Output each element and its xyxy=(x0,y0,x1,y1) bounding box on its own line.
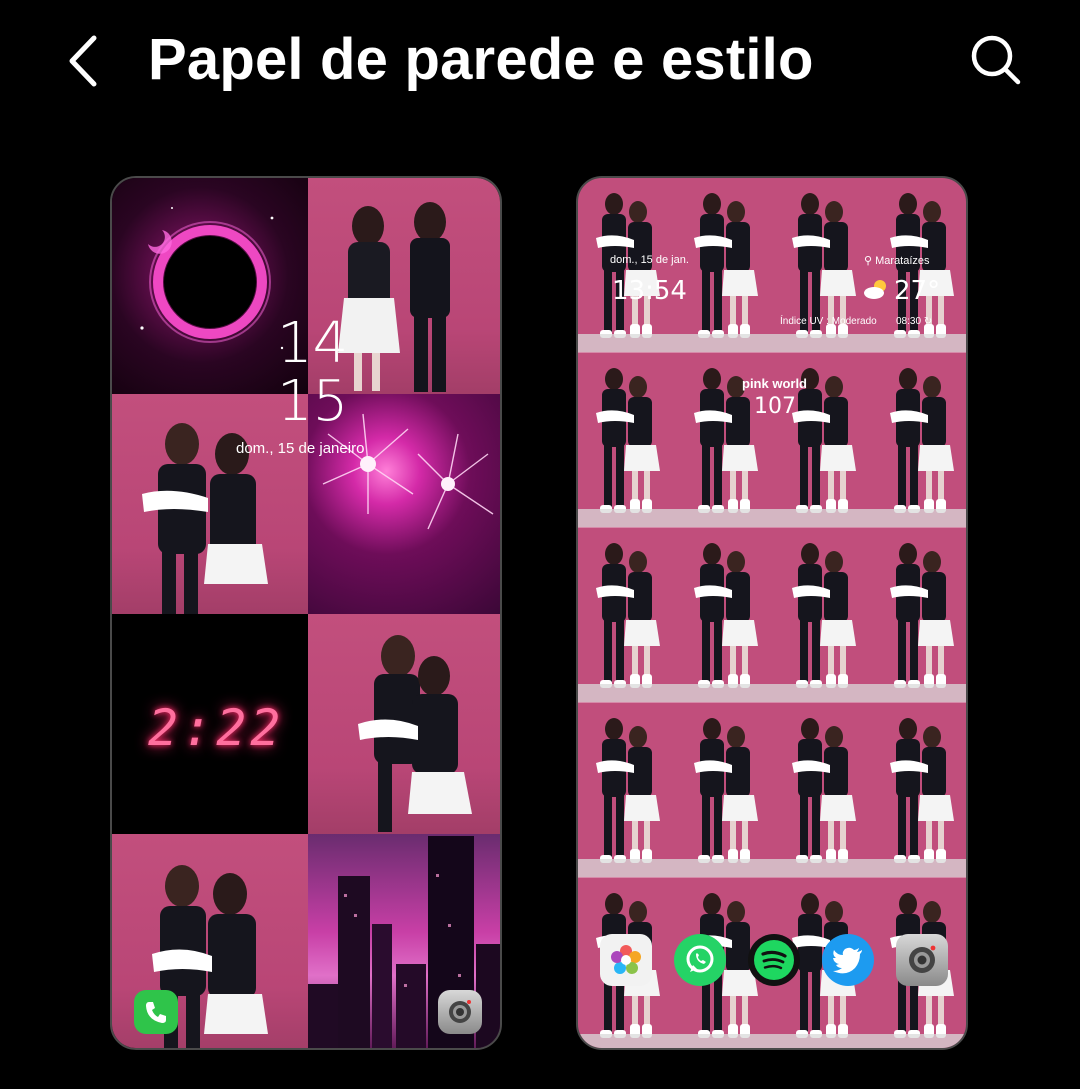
weather-icon xyxy=(862,278,890,300)
weather-update-time: 08:30 ↻ xyxy=(896,316,932,327)
location-pin-icon: ⚲ xyxy=(864,255,873,267)
location-label: ⚲ Marataízes xyxy=(864,254,930,267)
widget-title: pink world xyxy=(742,376,807,391)
wallpaper-tile xyxy=(872,528,966,703)
photos-app[interactable] xyxy=(600,934,652,986)
camera-app[interactable] xyxy=(896,934,948,986)
phone-shortcut[interactable] xyxy=(134,990,178,1034)
back-button[interactable] xyxy=(58,28,114,92)
chevron-left-icon xyxy=(69,35,97,87)
wallpaper-tile xyxy=(872,703,966,878)
search-button[interactable] xyxy=(962,26,1030,94)
photo-tile xyxy=(308,614,500,834)
lock-screen-preview[interactable]: 2:22 14 15 dom., 15 de janeiro xyxy=(110,176,502,1050)
wallpaper-tile xyxy=(774,528,872,703)
digital-clock-text: 2:22 xyxy=(148,699,285,757)
wallpaper-tile xyxy=(676,703,774,878)
lock-clock-hour: 14 xyxy=(277,311,349,376)
twitter-app[interactable] xyxy=(822,934,874,986)
photos-icon xyxy=(611,945,641,974)
home-screen-preview[interactable]: dom., 15 de jan. 13:54 ⚲ Marataízes 27° … xyxy=(576,176,968,1050)
location-text: Marataízes xyxy=(875,255,930,267)
phone-icon xyxy=(146,1002,166,1023)
wallpaper-tile xyxy=(578,528,676,703)
camera-shortcut[interactable] xyxy=(438,990,482,1034)
whatsapp-app[interactable] xyxy=(674,934,726,986)
wallpaper-tile xyxy=(578,703,676,878)
spotify-icon xyxy=(754,940,794,980)
camera-icon xyxy=(909,945,936,973)
home-date: dom., 15 de jan. xyxy=(610,254,689,266)
lock-date: dom., 15 de janeiro xyxy=(236,440,365,457)
widget-value: 107 xyxy=(754,394,796,419)
wallpaper-tile xyxy=(676,528,774,703)
app-header: Papel de parede e estilo xyxy=(0,0,1080,125)
uv-index: Índice UV : Moderado xyxy=(780,316,877,327)
wallpaper-tile xyxy=(872,353,966,528)
whatsapp-icon xyxy=(686,945,714,973)
wallpaper-tile xyxy=(774,703,872,878)
search-icon xyxy=(971,35,1021,85)
home-time: 13:54 xyxy=(612,276,687,306)
camera-icon xyxy=(449,1000,471,1023)
wallpaper-tile xyxy=(676,178,774,353)
temperature: 27° xyxy=(894,276,941,306)
wallpaper-tile xyxy=(578,353,676,528)
neon-clock-tile: 2:22 xyxy=(112,614,308,834)
twitter-icon xyxy=(833,947,862,974)
refresh-icon: ↻ xyxy=(923,316,933,327)
page-title: Papel de parede e estilo xyxy=(148,27,814,92)
spotify-app[interactable] xyxy=(748,934,800,986)
lock-clock-minute: 15 xyxy=(277,369,349,434)
people-photo xyxy=(358,635,472,832)
update-time-text: 08:30 xyxy=(896,316,922,327)
